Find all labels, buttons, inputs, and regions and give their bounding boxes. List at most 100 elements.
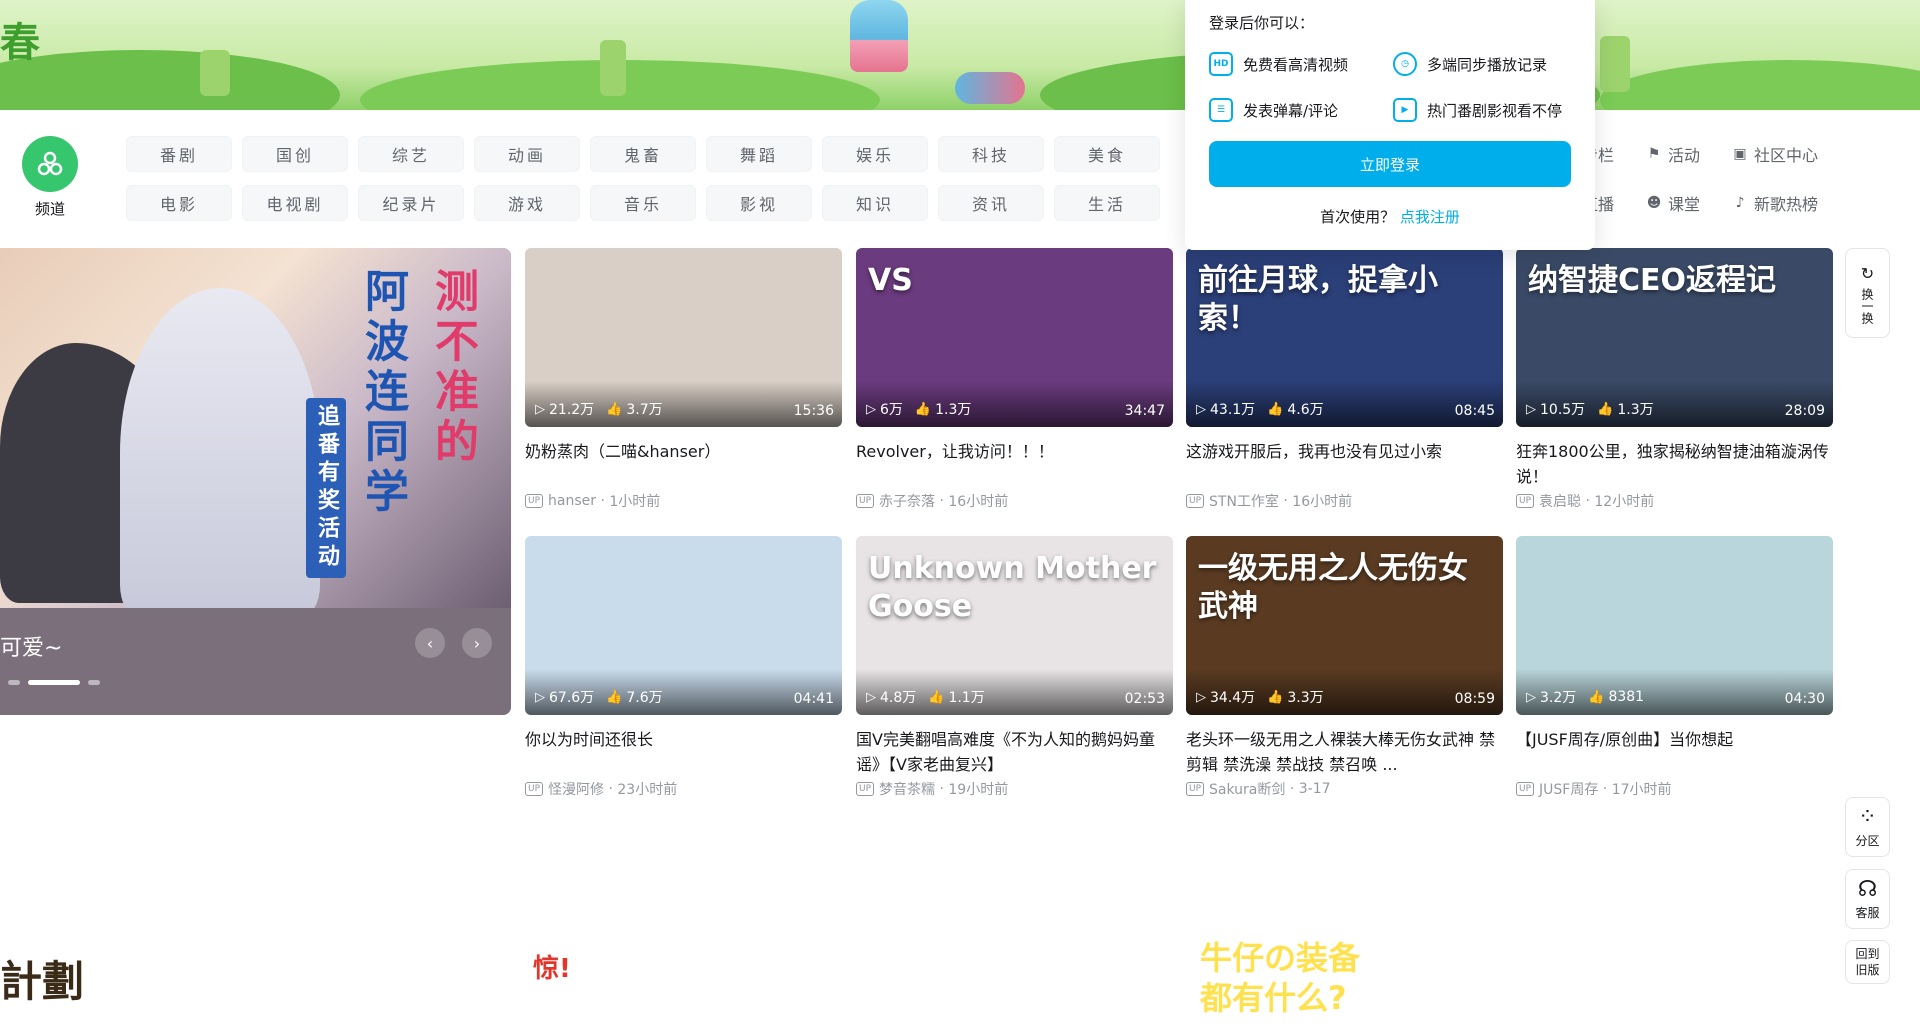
old-version-button[interactable]: 回到旧版 — [1845, 940, 1890, 984]
video-thumbnail[interactable]: 纳智捷CEO返程记 ▷ 10.5万 👍 1.3万 28:09 — [1516, 248, 1833, 427]
view-count: ▷ 4.8万 — [866, 687, 916, 707]
video-author[interactable]: 梦音茶糯 — [879, 779, 935, 799]
tag-news[interactable]: 资讯 — [938, 185, 1044, 221]
video-title[interactable]: 老头环一级无用之人裸装大棒无伤女武神 禁剪辑 禁洗澡 禁战技 禁召唤 ... — [1186, 727, 1503, 777]
carousel-next-button[interactable]: › — [462, 628, 492, 658]
tag-movie[interactable]: 电影 — [126, 185, 232, 221]
header-banner[interactable]: 春 — [0, 0, 1920, 110]
tag-guochuang[interactable]: 国创 — [242, 136, 348, 172]
video-card[interactable]: 前往月球，捉拿小索！ ▷ 43.1万 👍 4.6万 08:45 这游戏开服后，我再也没有见过… — [1186, 248, 1503, 511]
tag-knowledge[interactable]: 知识 — [822, 185, 928, 221]
tag-tv-series[interactable]: 电视剧 — [242, 185, 348, 221]
thumbs-up-icon: 👍 — [914, 401, 932, 417]
video-card[interactable]: 纳智捷CEO返程记 ▷ 10.5万 👍 1.3万 28:09 狂奔1800公里，独家揭秘纳智… — [1516, 248, 1833, 511]
video-thumbnail[interactable]: ▷ 3.2万 👍 8381 04:30 — [1516, 536, 1833, 715]
video-thumbnail-partial[interactable]: 牛仔の装备 都有什么? — [1186, 908, 1503, 1032]
tag-entertainment[interactable]: 娱乐 — [822, 136, 928, 172]
channel-logo[interactable] — [22, 136, 78, 192]
video-title[interactable]: 这游戏开服后，我再也没有见过小索 — [1186, 439, 1503, 489]
tag-dance[interactable]: 舞蹈 — [706, 136, 812, 172]
video-thumbnail-partial[interactable]: 惊! — [525, 908, 842, 1032]
video-thumbnail-partial[interactable] — [195, 908, 512, 1032]
carousel-title[interactable]: 可爱~ — [0, 630, 62, 662]
login-button[interactable]: 立即登录 — [1209, 141, 1571, 187]
thumbnail-text: 前往月球，捉拿小索！ — [1198, 263, 1438, 336]
video-duration: 02:53 — [1124, 691, 1165, 707]
video-author[interactable]: 袁启聪 — [1539, 491, 1581, 511]
link-activity[interactable]: ⚑ 活动 — [1646, 142, 1700, 166]
video-card[interactable]: 一级无用之人无伤女武神 ▷ 34.4万 👍 3.3万 08:59 老头环一级无用之人裸装大棒… — [1186, 536, 1503, 799]
like-count-value: 1.3万 — [1617, 402, 1654, 418]
video-thumbnail-partial[interactable]: 計劃 — [0, 908, 181, 1032]
tag-bangumi[interactable]: 番剧 — [126, 136, 232, 172]
thumbnail-text: 牛仔の装备 都有什么? — [1200, 939, 1361, 1017]
video-thumbnail[interactable]: 前往月球，捉拿小索！ ▷ 43.1万 👍 4.6万 08:45 — [1186, 248, 1503, 427]
video-title[interactable]: 国V完美翻唱高难度《不为人知的鹅妈妈童谣》【V家老曲复兴】 — [856, 727, 1173, 777]
like-count: 👍 1.3万 — [1597, 399, 1653, 419]
tag-row: 番剧 国创 综艺 动画 鬼畜 舞蹈 娱乐 科技 美食 — [126, 136, 1160, 172]
video-title[interactable]: 奶粉蒸肉（二喵&hanser） — [525, 439, 842, 489]
old-version-label: 回到旧版 — [1855, 947, 1880, 977]
link-class[interactable]: ☻ 课堂 — [1646, 191, 1700, 215]
zone-label: 分区 — [1855, 833, 1880, 848]
tag-life[interactable]: 生活 — [1054, 185, 1160, 221]
clock-icon: ◷ — [1393, 52, 1417, 76]
zone-button[interactable]: ⁘ 分区 — [1845, 797, 1890, 857]
video-meta: UP JUSF周存 · 17小时前 — [1516, 779, 1833, 799]
video-author[interactable]: Sakura断剑 — [1209, 779, 1285, 799]
refresh-button[interactable]: ↻ 换一换 — [1845, 248, 1890, 338]
video-thumbnail[interactable]: ▷ 21.2万 👍 3.7万 15:36 — [525, 248, 842, 427]
video-title[interactable]: Revolver，让我访问！！！ — [856, 439, 1173, 489]
channel-label[interactable]: 频道 — [22, 198, 78, 219]
tag-film-tv[interactable]: 影视 — [706, 185, 812, 221]
tag-game[interactable]: 游戏 — [474, 185, 580, 221]
video-thumbnail[interactable]: ▷ 67.6万 👍 7.6万 04:41 — [525, 536, 842, 715]
video-card[interactable]: Unknown Mother Goose ▷ 4.8万 👍 1.1万 02:53 国V完美翻… — [856, 536, 1173, 799]
thumbs-up-icon: 👍 — [1267, 689, 1284, 705]
video-author[interactable]: JUSF周存 — [1539, 779, 1598, 799]
tag-tech[interactable]: 科技 — [938, 136, 1044, 172]
video-card[interactable]: ▷ 21.2万 👍 3.7万 15:36 奶粉蒸肉（二喵&hanser） UP hanser … — [525, 248, 842, 511]
tag-kichiku[interactable]: 鬼畜 — [590, 136, 696, 172]
video-duration: 08:59 — [1454, 691, 1495, 707]
tag-documentary[interactable]: 纪录片 — [358, 185, 464, 221]
carousel-prev-button[interactable]: ‹ — [415, 628, 445, 658]
customer-service-button[interactable]: ☊ 客服 — [1845, 869, 1890, 929]
play-count-icon: ▷ — [866, 689, 876, 705]
link-music-chart[interactable]: ♪ 新歌热榜 — [1732, 191, 1818, 215]
video-thumbnail-partial[interactable] — [1516, 908, 1833, 1032]
video-meta: UP 梦音茶糯 · 19小时前 — [856, 779, 1173, 799]
link-community[interactable]: ▣ 社区中心 — [1732, 142, 1818, 166]
video-title[interactable]: 你以为时间还很长 — [525, 727, 842, 777]
video-thumbnail[interactable]: VS ▷ 6万 👍 1.3万 34:47 — [856, 248, 1173, 427]
carousel-dot[interactable] — [8, 680, 20, 685]
tag-food[interactable]: 美食 — [1054, 136, 1160, 172]
video-author[interactable]: STN工作室 — [1209, 491, 1279, 511]
carousel-dot[interactable] — [28, 680, 80, 685]
page: 春 频道 番剧 国创 综艺 动画 鬼畜 舞蹈 娱乐 科技 美食 电影 电视剧 纪… — [0, 0, 1920, 1032]
register-link[interactable]: 点我注册 — [1400, 208, 1460, 226]
login-popover: 登录后你可以： HD 免费看高清视频 ◷ 多端同步播放记录 ☰ 发表弹幕/评论 ▶ 热门… — [1185, 0, 1595, 250]
video-thumbnail[interactable]: 一级无用之人无伤女武神 ▷ 34.4万 👍 3.3万 08:59 — [1186, 536, 1503, 715]
video-author[interactable]: 怪漫阿修 — [548, 779, 604, 799]
play-count-icon: ▷ — [1526, 689, 1536, 705]
thumbs-up-icon: 👍 — [928, 689, 945, 705]
video-thumbnail[interactable]: Unknown Mother Goose ▷ 4.8万 👍 1.1万 02:53 — [856, 536, 1173, 715]
like-count-value: 8381 — [1608, 689, 1645, 705]
banner-character — [955, 72, 1025, 104]
tag-variety[interactable]: 综艺 — [358, 136, 464, 172]
video-author[interactable]: 赤子奈落 — [879, 491, 935, 511]
tag-music[interactable]: 音乐 — [590, 185, 696, 221]
tag-animation[interactable]: 动画 — [474, 136, 580, 172]
video-card[interactable]: ▷ 3.2万 👍 8381 04:30 【JUSF周存/原创曲】当你想起 UP JUSF周存 … — [1516, 536, 1833, 799]
feature-label: 热门番剧影视看不停 — [1427, 101, 1563, 120]
video-card[interactable]: VS ▷ 6万 👍 1.3万 34:47 Revolver，让我访问！！！ UP 赤子奈落 · … — [856, 248, 1173, 511]
view-count-value: 34.4万 — [1210, 690, 1256, 706]
video-author[interactable]: hanser — [548, 493, 596, 509]
video-card[interactable]: ▷ 67.6万 👍 7.6万 04:41 你以为时间还很长 UP 怪漫阿修 · 23小时前 — [525, 536, 842, 799]
carousel-dot[interactable] — [88, 680, 100, 685]
first-use-text: 首次使用？ — [1320, 208, 1396, 226]
video-thumbnail-partial[interactable]: 4K 爆发力 — [856, 908, 1173, 1032]
video-title[interactable]: 【JUSF周存/原创曲】当你想起 — [1516, 727, 1833, 777]
video-title[interactable]: 狂奔1800公里，独家揭秘纳智捷油箱漩涡传说！ — [1516, 439, 1833, 489]
